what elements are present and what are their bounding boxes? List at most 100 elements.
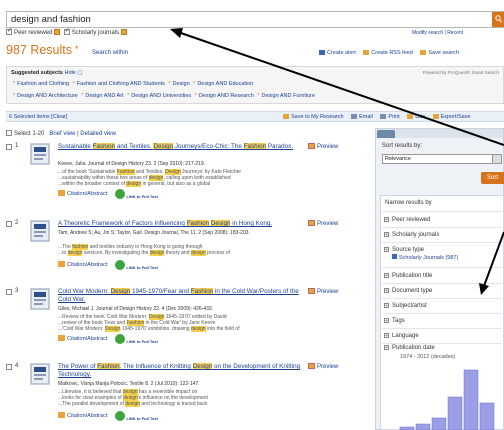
expand-icon[interactable] [384, 273, 389, 278]
histogram-bar[interactable] [463, 369, 479, 430]
facet-document-type[interactable]: Document type [384, 288, 432, 294]
citation-abstract-link[interactable]: Citation/Abstract [67, 413, 107, 419]
result-title-link[interactable]: Sustainable Fashion and Textiles. Design… [58, 143, 303, 151]
detailed-view-link[interactable]: Detailed view [80, 131, 116, 137]
create-rss-link[interactable]: Create RSS feed [371, 50, 413, 56]
search-options: Peer reviewed Scholarly journals [6, 29, 128, 36]
divider [382, 267, 502, 268]
subject-link[interactable]: Fashion and Clothing AND Students [77, 81, 165, 87]
expand-icon[interactable] [384, 232, 389, 237]
sidebar-collapse-tab[interactable] [377, 130, 395, 138]
subject-link[interactable]: Design AND Art [85, 93, 123, 99]
citation-abstract-link[interactable]: Citation/Abstract [67, 336, 107, 342]
link-icon [115, 189, 126, 199]
expand-icon[interactable] [384, 217, 389, 222]
facet-label: Tags [392, 318, 405, 324]
search-button[interactable] [492, 12, 504, 27]
journal-thumbnail-icon[interactable] [30, 288, 50, 310]
subject-link[interactable]: Design AND Architecture [17, 93, 78, 99]
journal-thumbnail-icon[interactable] [30, 363, 50, 385]
result-title-link[interactable]: Cold War Modern: Design 1945-1970/Fear a… [58, 288, 303, 304]
email-button[interactable]: Email [359, 114, 373, 120]
expand-icon[interactable] [384, 288, 389, 293]
facet-language[interactable]: Language [384, 333, 419, 339]
result-title-link[interactable]: A Theoretic Framework of Factors Influen… [58, 220, 303, 228]
facet-scholarly-journals[interactable]: Scholarly journals [384, 232, 439, 238]
source-type-value[interactable]: Scholarly Journals (987) [392, 254, 458, 261]
subject-link[interactable]: Design AND Furniture [262, 93, 316, 99]
preview-link[interactable]: Preview [308, 363, 338, 370]
hide-icon[interactable]: ▢ [77, 70, 82, 76]
select-all-checkbox[interactable] [6, 130, 12, 136]
header-links[interactable]: Modify search | Recent [412, 30, 463, 36]
result-checkbox[interactable] [6, 364, 12, 370]
search-within-link[interactable]: Search within [92, 50, 128, 56]
cite-button[interactable]: Cite [415, 114, 425, 120]
star-icon[interactable]: * [75, 44, 79, 54]
preview-link[interactable]: Preview [308, 143, 338, 150]
bullet-icon: * [13, 93, 16, 99]
sort-select[interactable]: Relevance [382, 154, 502, 164]
facet-publication-title[interactable]: Publication title [384, 273, 432, 279]
subject-link[interactable]: Fashion and Clothing [17, 81, 69, 87]
subject-link[interactable]: Design [173, 81, 190, 87]
hide-link[interactable]: Hide [65, 70, 76, 76]
link-to-fulltext-button[interactable]: LINK to Full Text [115, 260, 158, 271]
journal-thumbnail-icon[interactable] [30, 143, 50, 165]
result-checkbox[interactable] [6, 289, 12, 295]
bullet-icon: * [127, 93, 130, 99]
facet-subject-artist[interactable]: Subject/artist [384, 303, 427, 309]
scholarly-journals-checkbox[interactable] [63, 29, 70, 35]
histogram-bar[interactable] [447, 396, 463, 430]
info-icon[interactable] [54, 29, 61, 35]
preview-icon [308, 220, 315, 226]
sort-button[interactable]: Sort [481, 172, 504, 184]
save-search-link[interactable]: Save search [428, 50, 459, 56]
result-title-link[interactable]: The Power of Fashion: The Influence of K… [58, 363, 303, 379]
citation-abstract-link[interactable]: Citation/Abstract [67, 262, 107, 268]
export-save-button[interactable]: Export/Save [441, 114, 471, 120]
bullet-icon: * [257, 93, 260, 99]
link-to-fulltext-button[interactable]: LINK to Full Text [115, 189, 158, 200]
selected-items-link[interactable]: 6 Selected items [Clear] [9, 114, 67, 120]
subject-link[interactable]: Design AND Research [199, 93, 254, 99]
facet-peer-reviewed[interactable]: Peer reviewed [384, 217, 430, 223]
print-button[interactable]: Print [388, 114, 399, 120]
publication-date-histogram[interactable] [382, 362, 504, 430]
divider [382, 227, 502, 228]
bullet-icon: * [81, 93, 84, 99]
fulltext-label: LINK to Full Text [126, 194, 158, 199]
bullet-icon: * [194, 93, 197, 99]
journal-thumbnail-icon[interactable] [30, 220, 50, 242]
link-to-fulltext-button[interactable]: LINK to Full Text [115, 411, 158, 422]
expand-icon[interactable] [384, 318, 389, 323]
histogram-bar[interactable] [431, 417, 447, 430]
journal-icon [392, 254, 397, 259]
divider [382, 343, 502, 344]
facet-label: Subject/artist [392, 303, 427, 309]
facet-source-type[interactable]: Source type [384, 247, 424, 253]
save-to-research-button[interactable]: Save to My Research [291, 114, 344, 120]
histogram-bar[interactable] [415, 423, 431, 430]
subject-link[interactable]: Design AND Education [197, 81, 253, 87]
result-checkbox[interactable] [6, 144, 12, 150]
peer-reviewed-checkbox[interactable] [6, 29, 12, 35]
link-to-fulltext-button[interactable]: LINK to Full Text [115, 334, 158, 345]
facet-tags[interactable]: Tags [384, 318, 405, 324]
preview-link[interactable]: Preview [308, 288, 338, 295]
brief-view-link[interactable]: Brief view [49, 131, 75, 137]
citation-abstract-link[interactable]: Citation/Abstract [67, 191, 107, 197]
histogram-bar[interactable] [479, 402, 495, 430]
expand-icon[interactable] [384, 333, 389, 338]
subject-link[interactable]: Design AND Universities [131, 93, 191, 99]
expand-icon[interactable] [384, 303, 389, 308]
expand-icon[interactable] [384, 247, 389, 252]
info-icon[interactable] [121, 29, 128, 35]
create-alert-link[interactable]: Create alert [327, 50, 356, 56]
preview-link[interactable]: Preview [308, 220, 338, 227]
result-checkbox[interactable] [6, 221, 12, 227]
search-input[interactable]: design and fashion [6, 11, 504, 28]
facet-publication-date[interactable]: Publication date [384, 345, 435, 351]
facet-label: Publication title [392, 273, 433, 279]
expand-icon[interactable] [384, 345, 389, 350]
